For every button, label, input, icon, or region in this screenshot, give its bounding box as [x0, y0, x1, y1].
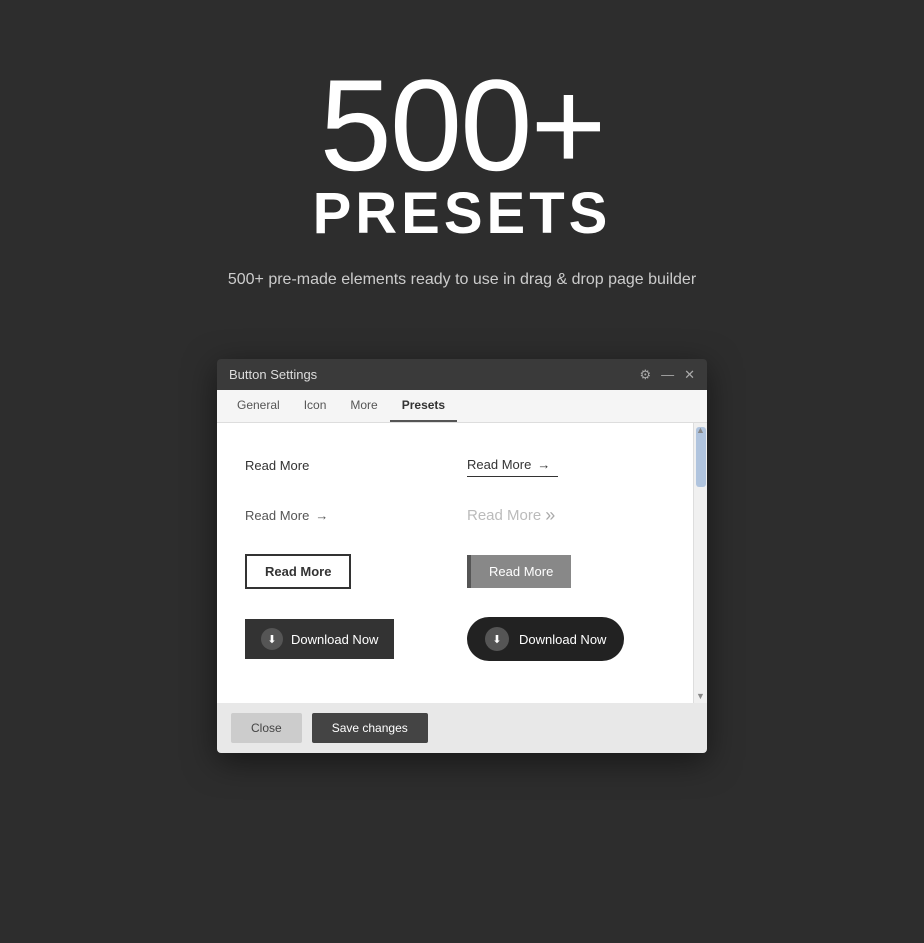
preset-cell-outline: Read More	[233, 540, 455, 603]
preset-cell-plain-arrow: Read More →	[233, 491, 455, 540]
scroll-up-arrow[interactable]: ▲	[694, 423, 707, 437]
dialog-controls: ⚙ — ✕	[639, 368, 695, 381]
hero-subtitle: 500+ pre-made elements ready to use in d…	[228, 271, 696, 289]
dialog-tabs: General Icon More Presets	[217, 390, 707, 423]
preset-cell-gray-block: Read More	[455, 540, 677, 603]
download-icon: ⬇	[261, 628, 283, 650]
preset-button-read-more-gray[interactable]: Read More	[467, 555, 571, 588]
dialog-footer: Close Save changes	[217, 703, 707, 753]
hero-section: 500+ PRESETS 500+ pre-made elements read…	[228, 60, 696, 289]
button-settings-dialog: Button Settings ⚙ — ✕ General Icon More …	[217, 359, 707, 753]
tab-more[interactable]: More	[338, 390, 389, 422]
minimize-icon[interactable]: —	[661, 368, 674, 381]
preset-cell-black-round-icon: ⬇ Download Now	[455, 603, 677, 675]
preset-button-download-now-round[interactable]: ⬇ Download Now	[467, 617, 624, 661]
hero-title: PRESETS	[228, 180, 696, 247]
preset-cell-plain-1: Read More	[233, 439, 455, 491]
preset-cell-underline-arrow: Read More →	[455, 439, 677, 491]
settings-icon[interactable]: ⚙	[639, 368, 651, 381]
scroll-down-arrow[interactable]: ▼	[694, 689, 707, 703]
dialog-content: Read More Read More → Read More → Read M…	[217, 423, 707, 703]
download-icon-round: ⬇	[485, 627, 509, 651]
preset-button-read-more-arrow[interactable]: Read More →	[245, 508, 328, 523]
hero-number: 500+	[228, 60, 696, 190]
tab-presets[interactable]: Presets	[390, 390, 457, 422]
tab-general[interactable]: General	[225, 390, 292, 422]
scrollbar[interactable]: ▲ ▼	[693, 423, 707, 703]
preset-button-read-more-outline[interactable]: Read More	[245, 554, 351, 589]
preset-button-read-more-double-arrow[interactable]: Read More »	[467, 505, 555, 526]
close-button[interactable]: Close	[231, 713, 302, 743]
preset-button-download-now-black[interactable]: ⬇ Download Now	[245, 619, 394, 659]
dialog-title: Button Settings	[229, 367, 317, 382]
dialog-titlebar: Button Settings ⚙ — ✕	[217, 359, 707, 390]
save-changes-button[interactable]: Save changes	[312, 713, 428, 743]
preset-cell-double-arrow: Read More »	[455, 491, 677, 540]
close-icon[interactable]: ✕	[684, 368, 695, 381]
preset-cell-black-icon-1: ⬇ Download Now	[233, 603, 455, 675]
preset-button-read-more-underline[interactable]: Read More →	[467, 453, 558, 477]
tab-icon[interactable]: Icon	[292, 390, 339, 422]
presets-grid: Read More Read More → Read More → Read M…	[233, 439, 691, 675]
preset-button-read-more-plain[interactable]: Read More	[245, 454, 309, 477]
